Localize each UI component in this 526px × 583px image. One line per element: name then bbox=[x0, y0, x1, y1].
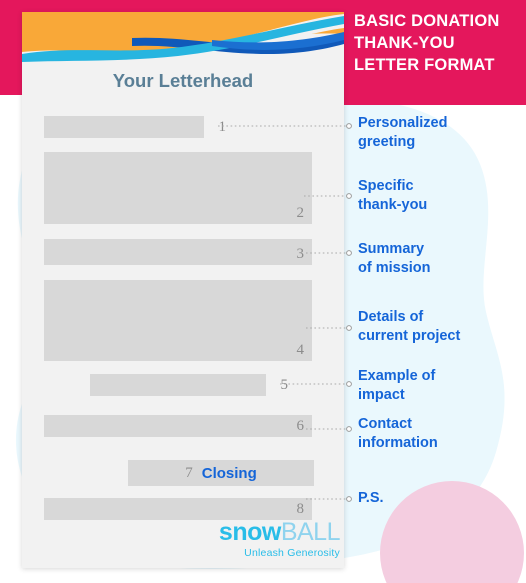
annotation-4-line-2: current project bbox=[358, 327, 461, 344]
annotation-8-line-1: P.S. bbox=[358, 490, 384, 506]
annotation-1-line-1: Personalized bbox=[358, 115, 448, 131]
annotation-8: P.S. bbox=[358, 489, 523, 508]
annotation-2-line-1: Specific bbox=[358, 178, 414, 194]
annotation-5: Example of impact bbox=[358, 367, 523, 404]
annotation-4: Details of current project bbox=[358, 308, 523, 345]
annotation-3-line-1: Summary bbox=[358, 241, 425, 257]
annotation-1: Personalized greeting bbox=[358, 114, 523, 151]
annotation-3: Summary of mission bbox=[358, 240, 523, 277]
annotation-2: Specific thank-you bbox=[358, 177, 523, 214]
annotation-1-line-2: greeting bbox=[358, 133, 416, 150]
annotation-labels: Personalized greeting Specific thank-you… bbox=[0, 0, 526, 583]
annotation-5-line-1: Example of bbox=[358, 368, 436, 384]
annotation-6: Contact information bbox=[358, 415, 523, 452]
annotation-5-line-2: impact bbox=[358, 386, 405, 403]
annotation-6-line-2: information bbox=[358, 434, 438, 451]
annotation-2-line-2: thank-you bbox=[358, 196, 428, 213]
annotation-6-line-1: Contact bbox=[358, 416, 412, 432]
annotation-4-line-1: Details of bbox=[358, 309, 424, 325]
infographic-canvas: BASIC DONATION THANK-YOU LETTER FORMAT Y… bbox=[0, 0, 526, 583]
annotation-3-line-2: of mission bbox=[358, 259, 431, 276]
